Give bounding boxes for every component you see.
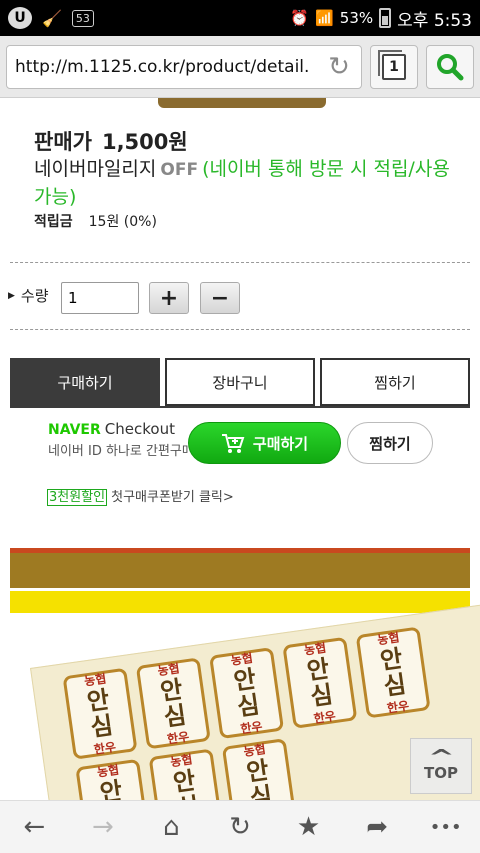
actions-underline [10,406,470,408]
points-row: 적립금 15원 (0%) [34,211,157,231]
url-field[interactable]: http://m.1125.co.kr/product/detail. ↻ [6,44,362,89]
quantity-minus-button[interactable]: − [200,282,240,314]
points-value: 15원 (0%) [88,214,157,230]
quantity-label-row: ▶ 수량 [8,285,49,306]
battery-icon [379,8,392,28]
price-label: 판매가 [34,130,92,154]
naver-checkout-subtitle: 네이버 ID 하나로 간편구매 [48,444,188,459]
mileage-off-badge: OFF [160,160,199,180]
naver-mileage-row: 네이버마일리지 OFF (네이버 통해 방문 시 적립/사용 가능) [34,156,454,211]
forward-arrow-icon: → [91,812,114,842]
alarm-icon: ⏰ [290,9,310,27]
wish-button[interactable]: 찜하기 [320,358,470,406]
more-icon: ••• [429,816,462,838]
browser-toolbar: http://m.1125.co.kr/product/detail. ↻ 1 [0,36,480,98]
naver-buy-button[interactable]: 구매하기 [188,422,341,464]
home-icon: ⌂ [163,812,180,842]
naver-mileage-label: 네이버마일리지 [34,158,157,180]
coupon-link[interactable]: 3천원할인 첫구매쿠폰받기 클릭> [47,486,234,506]
battery-percent: 53% [339,9,374,27]
back-arrow-icon: ← [23,812,46,842]
quantity-input[interactable] [61,282,139,314]
price-row: 판매가 1,500원 [34,126,188,156]
search-button[interactable] [426,44,474,89]
clock: 오후 5:53 [397,10,472,31]
search-icon [437,53,464,80]
sticker: 농협안심한우 [148,748,224,800]
notification-count-badge: 53 [71,9,94,27]
tabs-button[interactable]: 1 [370,44,418,89]
coupon-tag: 3천원할인 [47,489,108,506]
naver-checkout-title: NAVER Checkout [48,420,188,438]
url-text: http://m.1125.co.kr/product/detail. [15,56,310,77]
sticker: 농협안심한우 [62,667,138,760]
forward-button[interactable]: → [76,805,130,849]
sticker: 농협안심한우 [75,758,151,800]
sticker: 농협안심한우 [209,647,285,740]
share-button[interactable]: ➦ [350,805,404,849]
status-bar: U 🧹 53 ⏰ 📶 53% 오후 5:53 [0,0,480,36]
reload-icon: ↻ [229,812,251,842]
sticker: 농협안심한우 [135,657,211,750]
naver-brand: NAVER [48,422,101,438]
broom-icon: 🧹 [42,8,62,28]
back-button[interactable]: ← [7,805,61,849]
buy-button[interactable]: 구매하기 [10,358,160,406]
price-value: 1,500원 [101,130,188,154]
naver-wish-button[interactable]: 찜하기 [347,422,433,464]
more-button[interactable]: ••• [419,805,473,849]
sticker: 농협안심한우 [282,636,358,729]
checkout-label: Checkout [104,420,175,438]
share-icon: ➦ [366,812,388,842]
app-u-icon: U [8,7,32,29]
image-band-gold [10,553,470,588]
image-band-yellow [10,591,470,613]
quantity-label: 수량 [20,287,49,305]
cart-icon [221,434,245,453]
chevron-up-icon: ^ [427,745,455,769]
coupon-text: 첫구매쿠폰받기 클릭> [111,490,234,505]
wifi-icon: 📶 [315,9,334,27]
sticker: 농협안심한우 [355,626,431,719]
product-image-bottom-edge [158,98,326,108]
divider [10,329,470,330]
refresh-icon[interactable]: ↻ [325,52,353,82]
quantity-plus-button[interactable]: + [149,282,189,314]
triangle-bullet-icon: ▶ [8,290,15,301]
browser-bottom-bar: ← → ⌂ ↻ ★ ➦ ••• [0,800,480,853]
star-icon: ★ [296,812,321,842]
scroll-top-button[interactable]: ^ TOP [410,738,472,794]
home-button[interactable]: ⌂ [144,805,198,849]
bookmark-button[interactable]: ★ [282,805,336,849]
cart-button[interactable]: 장바구니 [165,358,315,406]
naver-buy-label: 구매하기 [252,434,309,453]
naver-checkout-info: NAVER Checkout 네이버 ID 하나로 간편구매 [48,420,188,459]
sticker: 농협안심한우 [221,738,297,800]
divider [10,262,470,263]
reload-button[interactable]: ↻ [213,805,267,849]
product-image: 농협안심한우 농협안심한우 농협안심한우 농협안심한우 농협안심한우 농협안심한… [0,548,480,800]
points-label: 적립금 [34,214,73,230]
tab-count: 1 [378,49,406,80]
